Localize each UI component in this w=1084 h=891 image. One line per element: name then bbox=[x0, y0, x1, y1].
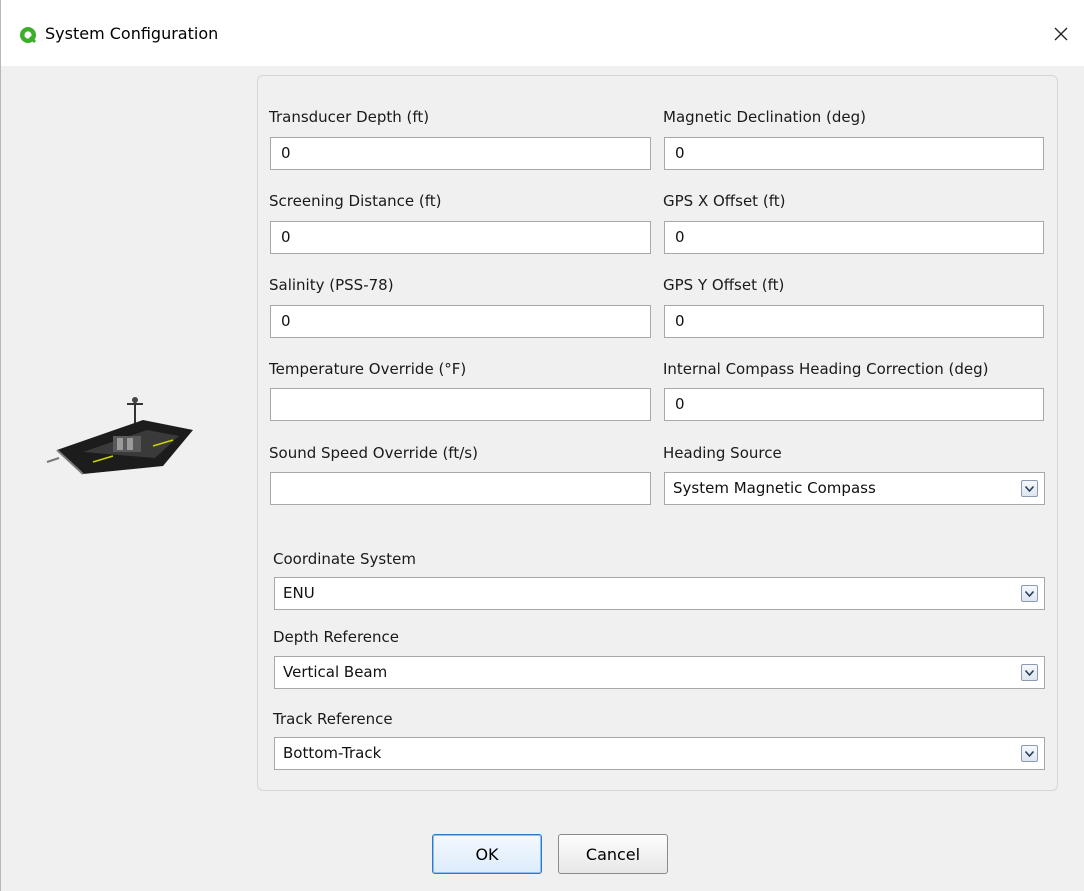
cancel-button[interactable]: Cancel bbox=[558, 834, 668, 874]
compass-heading-correction-field[interactable]: 0 bbox=[664, 388, 1044, 421]
title-bar: System Configuration bbox=[1, 0, 1084, 66]
heading-source-value: System Magnetic Compass bbox=[673, 479, 876, 497]
chevron-down-icon bbox=[1025, 590, 1034, 597]
window-title: System Configuration bbox=[45, 24, 219, 43]
transducer-depth-field[interactable]: 0 bbox=[270, 137, 651, 170]
sound-speed-override-field[interactable] bbox=[270, 472, 651, 505]
track-reference-dropdown-button[interactable] bbox=[1021, 745, 1038, 762]
salinity-field[interactable]: 0 bbox=[270, 305, 651, 338]
temperature-override-field[interactable] bbox=[270, 388, 651, 421]
chevron-down-icon bbox=[1025, 485, 1034, 492]
screening-distance-label: Screening Distance (ft) bbox=[269, 192, 442, 210]
close-icon bbox=[1054, 27, 1068, 41]
chevron-down-icon bbox=[1025, 669, 1034, 676]
temperature-override-label: Temperature Override (°F) bbox=[269, 360, 467, 378]
gps-y-offset-label: GPS Y Offset (ft) bbox=[663, 276, 785, 294]
gps-y-offset-field[interactable]: 0 bbox=[664, 305, 1044, 338]
coordinate-system-select[interactable]: ENU bbox=[274, 577, 1045, 610]
depth-reference-select[interactable]: Vertical Beam bbox=[274, 656, 1045, 689]
sound-speed-override-label: Sound Speed Override (ft/s) bbox=[269, 444, 478, 462]
app-logo-icon bbox=[20, 27, 37, 44]
gps-x-offset-label: GPS X Offset (ft) bbox=[663, 192, 786, 210]
transducer-depth-label: Transducer Depth (ft) bbox=[269, 108, 430, 126]
ok-button[interactable]: OK bbox=[432, 834, 542, 874]
screening-distance-field[interactable]: 0 bbox=[270, 221, 651, 254]
depth-reference-dropdown-button[interactable] bbox=[1021, 664, 1038, 681]
track-reference-select[interactable]: Bottom-Track bbox=[274, 737, 1045, 770]
heading-source-select[interactable]: System Magnetic Compass bbox=[664, 472, 1045, 505]
coordinate-system-dropdown-button[interactable] bbox=[1021, 585, 1038, 602]
track-reference-label: Track Reference bbox=[273, 710, 393, 728]
compass-heading-correction-label: Internal Compass Heading Correction (deg… bbox=[663, 360, 989, 378]
coordinate-system-value: ENU bbox=[283, 584, 315, 602]
boat-illustration bbox=[46, 397, 193, 475]
track-reference-value: Bottom-Track bbox=[283, 744, 382, 762]
depth-reference-label: Depth Reference bbox=[273, 628, 399, 646]
salinity-label: Salinity (PSS-78) bbox=[269, 276, 394, 294]
gps-x-offset-field[interactable]: 0 bbox=[664, 221, 1044, 254]
coordinate-system-label: Coordinate System bbox=[273, 550, 416, 568]
magnetic-declination-label: Magnetic Declination (deg) bbox=[663, 108, 866, 126]
close-button[interactable] bbox=[1037, 14, 1084, 54]
magnetic-declination-field[interactable]: 0 bbox=[664, 137, 1044, 170]
system-configuration-dialog: System Configuration Transducer Depth (f… bbox=[0, 0, 1084, 891]
chevron-down-icon bbox=[1025, 750, 1034, 757]
heading-source-label: Heading Source bbox=[663, 444, 782, 462]
heading-source-dropdown-button[interactable] bbox=[1021, 480, 1038, 497]
depth-reference-value: Vertical Beam bbox=[283, 663, 388, 681]
